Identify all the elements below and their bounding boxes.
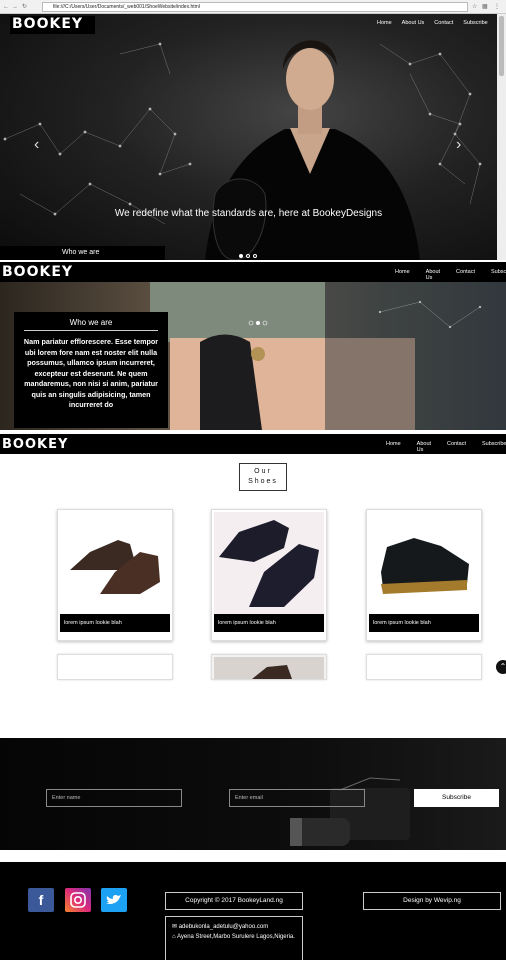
carousel-dot[interactable] [239,254,243,258]
carousel-indicators [239,254,257,258]
reload-icon[interactable]: ↻ [22,4,28,10]
page-scrollbar[interactable] [497,14,506,260]
site-logo[interactable]: BOOKEY [10,16,96,34]
instagram-icon[interactable] [65,888,91,912]
carousel-dot[interactable] [246,254,250,258]
shoe-caption: lorem ipsum lookie blah [369,614,479,632]
shoe-image [369,512,479,614]
nav-contact[interactable]: Contact [447,441,466,453]
nav-subscribe[interactable]: Subscribe [491,269,506,281]
shoe-image [214,512,324,614]
shoe-card[interactable] [57,654,173,680]
envelope-icon: ✉ [172,924,179,930]
nav-about[interactable]: About Us [417,441,431,453]
nav-about[interactable]: About Us [426,269,440,281]
chevron-up-icon: ⌃ [499,662,506,671]
sticky-navbar: BOOKEY Home About Us Contact Subscribe [0,262,506,282]
shoe-card[interactable] [211,654,327,680]
shoe-image [60,512,170,614]
carousel-prev-icon[interactable]: ‹ [34,137,39,153]
scroll-to-top-button[interactable]: ⌃ [496,660,506,674]
facebook-icon[interactable]: f [28,888,54,912]
hero-caption: We redefine what the standards are, here… [114,208,383,219]
nav-home[interactable]: Home [395,269,410,281]
main-nav: Home About Us Contact Subscribe [386,441,506,453]
copyright-box: Copyright © 2017 BookeyLand.ng [165,892,303,910]
name-input[interactable]: Enter name [46,789,182,807]
site-logo[interactable]: BOOKEY [2,264,73,280]
email-input[interactable]: Enter email [229,789,365,807]
nav-home[interactable]: Home [377,20,392,26]
shoe-image [214,657,324,679]
browser-toolbar: ← → ↻ file:///C:/Users/User/Documents/_w… [0,0,506,14]
who-we-are-peek: Who we are [0,246,165,260]
email-row: ✉ adebukonla_adetulu@yahoo.com [172,922,302,932]
menu-icon[interactable]: ⋮ [494,4,500,10]
nav-contact[interactable]: Contact [434,20,453,26]
address-row: ⌂ Ayena Street,Marbo Surulere Lagos,Nige… [172,932,302,942]
shoe-card[interactable]: lorem ipsum lookie blah [57,509,173,641]
shoe-card[interactable] [366,654,482,680]
shoe-caption: lorem ipsum lookie blah [214,614,324,632]
shoe-caption: lorem ipsum lookie blah [60,614,170,632]
main-nav: Home About Us Contact Subscribe [395,269,506,281]
forward-arrow-icon[interactable]: → [12,4,18,10]
designer-credit[interactable]: Design by Wevip.ng [363,892,501,910]
nav-subscribe[interactable]: Subscribe [463,20,487,26]
nav-subscribe[interactable]: Subscribe [482,441,506,453]
sticky-navbar: BOOKEY Home About Us Contact Subscribe [0,434,506,454]
nav-about[interactable]: About Us [402,20,425,26]
nav-contact[interactable]: Contact [456,269,475,281]
contact-box: ✉ adebukonla_adetulu@yahoo.com ⌂ Ayena S… [165,916,303,960]
shoes-title: Our Shoes [239,463,287,491]
model-photo [205,40,420,260]
extensions-icon[interactable]: ▦ [482,4,488,10]
who-we-are-title: Who we are [24,312,158,331]
who-we-are-box: Who we are Nam pariatur efflorescere. Es… [14,312,168,428]
hero-carousel: BOOKEY Home About Us Contact Subscribe ‹… [0,14,497,260]
shoe-card[interactable]: lorem ipsum lookie blah [211,509,327,641]
hero-nav: Home About Us Contact Subscribe [377,20,488,26]
carousel-next-icon[interactable]: › [456,137,461,153]
back-arrow-icon[interactable]: ← [3,4,9,10]
carousel-dot[interactable] [253,254,257,258]
address-bar[interactable]: file:///C:/Users/User/Documents/_web001/… [42,2,468,12]
url-text: file:///C:/Users/User/Documents/_web001/… [53,4,200,10]
subscribe-button[interactable]: Subscribe [414,789,499,807]
site-logo[interactable]: BOOKEY [2,437,68,452]
shoe-card[interactable]: lorem ipsum lookie blah [366,509,482,641]
contact-address: Ayena Street,Marbo Surulere Lagos,Nigeri… [176,934,295,940]
scrollbar-thumb[interactable] [499,16,504,76]
who-we-are-text: Nam pariatur efflorescere. Esse tempor u… [23,337,159,409]
star-icon[interactable]: ☆ [472,4,478,10]
nav-home[interactable]: Home [386,441,401,453]
twitter-icon[interactable] [101,888,127,912]
contact-email[interactable]: adebukonla_adetulu@yahoo.com [179,924,269,930]
